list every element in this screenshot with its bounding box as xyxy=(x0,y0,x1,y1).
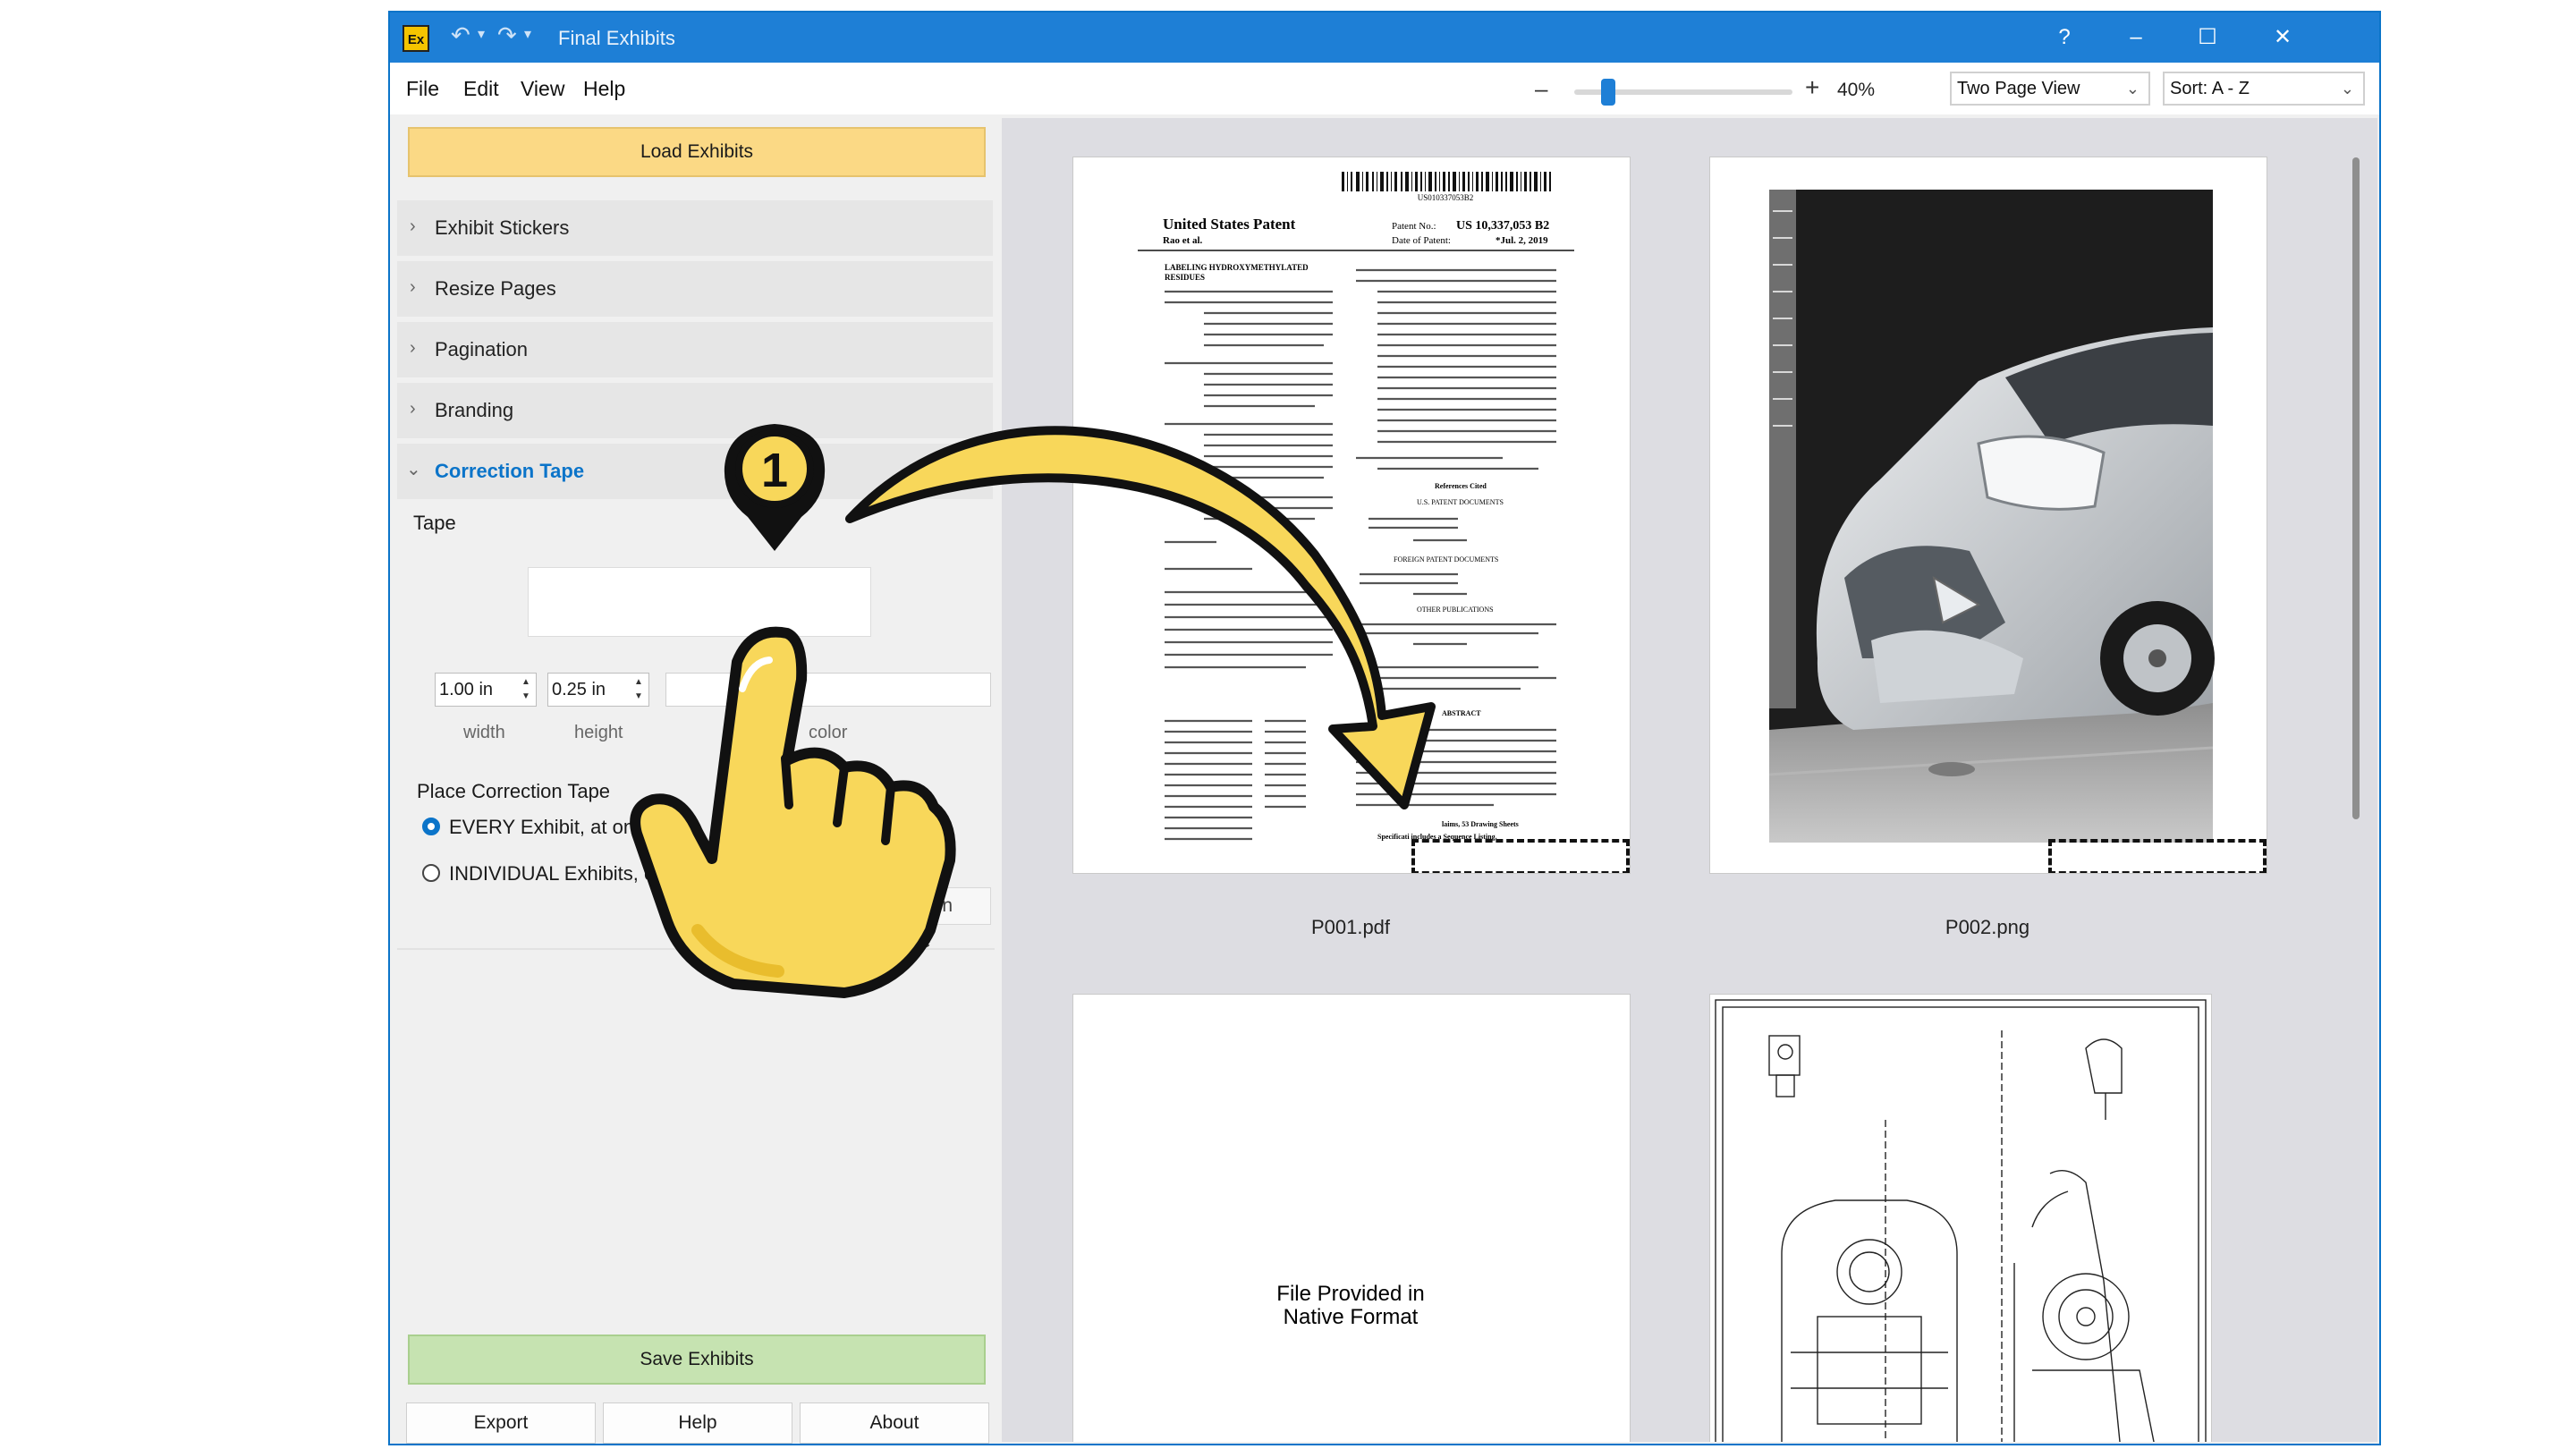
step-number: 1 xyxy=(761,444,788,497)
tutorial-arrow xyxy=(845,426,1436,809)
pointing-hand-icon xyxy=(630,626,956,998)
step-callout: 1 xyxy=(724,424,826,551)
tutorial-overlay: 1 xyxy=(630,424,1436,998)
